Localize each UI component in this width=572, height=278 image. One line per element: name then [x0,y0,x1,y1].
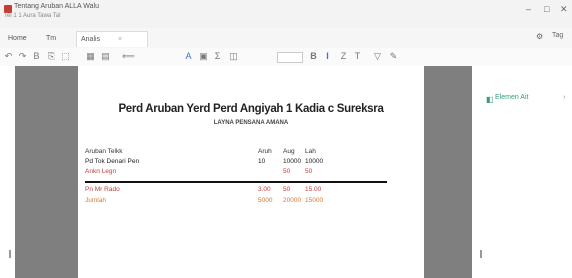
format-icon[interactable]: Σ [212,51,223,62]
table-cell: Ankn Legn [85,168,117,175]
toolbar: ↶ ↷ B ⎘ ⬚ ▦ ▤ ⟸ A ▣ Σ ◫ B I Z T ▽ ✎ [0,48,572,67]
color-icon[interactable]: T [352,51,363,62]
table-cell: 15000 [305,197,324,204]
window-title: Tentang Aruban ALLA Walu [14,3,99,10]
font-size-field[interactable] [277,52,303,63]
table-cell: 20000 [283,197,302,204]
side-panel-label[interactable]: Elemen Ait [495,94,528,101]
pen-icon[interactable]: ✎ [388,51,399,62]
table-cell: 5000 [258,197,273,204]
image-icon[interactable]: ▣ [198,51,209,62]
tab-home[interactable]: Home [4,31,31,46]
text-icon[interactable]: A [183,51,194,62]
filter-icon[interactable]: ▽ [372,51,383,62]
table-icon[interactable]: ▤ [100,51,111,62]
header-cell: Lah [305,148,316,155]
tab-analis[interactable]: Analis × [76,31,148,47]
table-row: Pd Tok Denari Pen 10 10000 10000 [85,157,385,166]
copy-icon[interactable]: ⎘ [46,51,57,62]
user-menu[interactable]: Tag [552,32,563,39]
header-cell: Aug [283,148,295,155]
chevron-right-icon[interactable]: › [563,94,565,101]
header-cell: Aruh [258,148,272,155]
table-cell: 15.00 [305,186,322,193]
undo-icon[interactable]: ↶ [3,51,14,62]
tab-bar: Home Tm Analis × ⚙ Tag [0,28,572,49]
table-row: Ankn Legn 50 50 [85,167,385,176]
right-gutter [424,66,472,278]
tab-tm[interactable]: Tm [42,31,60,46]
app-logo-icon [4,5,12,13]
table-row-total: Jumlah 5000 20000 15000 [85,196,385,205]
italic-icon[interactable]: I [322,51,333,62]
underline-icon[interactable]: Z [338,51,349,62]
chart-icon[interactable]: ◫ [228,51,239,62]
table-cell: Pd Tok Denari Pen [85,158,140,165]
table-header: Aruban Telkk Aruh Aug Lah [85,147,385,156]
header-cell: Aruban Telkk [85,148,123,155]
left-gutter [15,66,78,278]
align-left-icon[interactable]: ⟸ [122,51,135,62]
table-cell: 50 [305,168,313,175]
settings-icon[interactable]: ⚙ [536,32,543,41]
table-cell: 10000 [305,158,324,165]
table-cell: 3.00 [258,186,271,193]
table-cell: Jumlah [85,197,106,204]
document-subtitle: LAYNA PENSANA AMANA [213,120,289,126]
close-icon[interactable]: ✕ [560,5,568,14]
table-cell: Pn Mr Rado [85,186,120,193]
tab-close-icon[interactable]: × [118,36,122,43]
table-cell: 10 [258,158,266,165]
table-cell: 10000 [283,158,302,165]
save-icon[interactable]: B [31,51,42,62]
window-subtitle: Tel 1 1 Aura Tawa Tal [4,13,61,19]
bold-icon[interactable]: B [308,51,319,62]
panel-icon[interactable]: ◧ [486,95,494,104]
right-scroll-handle[interactable] [480,250,482,258]
minimize-icon[interactable]: – [526,5,531,14]
grid-icon[interactable]: ▦ [85,51,96,62]
document-title: Perd Aruban Yerd Perd Angiyah 1 Kadia c … [118,103,384,115]
tab-label: Analis [81,36,101,43]
title-bar: Tentang Aruban ALLA Walu Tel 1 1 Aura Ta… [0,0,572,28]
table-cell: 50 [283,168,291,175]
left-scroll-handle[interactable] [9,250,11,258]
table-cell: 50 [283,186,291,193]
paste-icon[interactable]: ⬚ [60,51,71,62]
maximize-icon[interactable]: □ [544,5,549,14]
table-row: Pn Mr Rado 3.00 50 15.00 [85,185,385,194]
redo-icon[interactable]: ↷ [17,51,28,62]
table-divider [85,181,387,183]
